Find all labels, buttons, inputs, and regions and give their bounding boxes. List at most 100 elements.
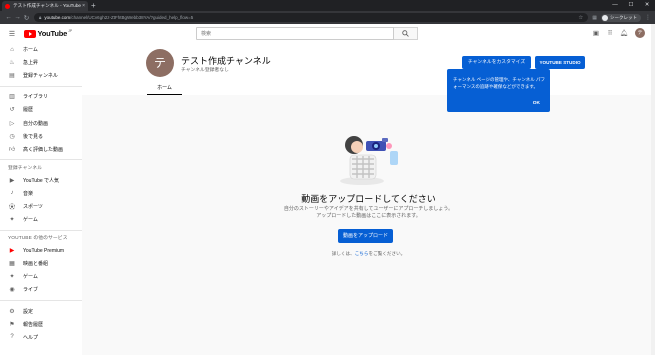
sidebar-item-liked[interactable]: 👍︎ 高く評価した動画	[0, 143, 82, 156]
search-icon	[402, 30, 409, 37]
youtube-favicon-icon	[5, 3, 10, 9]
upload-illustration	[340, 136, 398, 185]
sidebar-divider	[0, 85, 82, 87]
description-line-2: アップロードした動画はここに表示されます。	[316, 213, 421, 219]
sidebar-item-label: ゲーム	[23, 274, 38, 281]
sidebar-item-gaming[interactable]: ✦ ゲーム	[0, 213, 82, 226]
tooltip-ok-button[interactable]: OK	[533, 101, 540, 106]
search-bar	[196, 27, 418, 40]
help-link[interactable]: こちら	[355, 251, 369, 256]
account-avatar[interactable]: テ	[635, 28, 645, 38]
sidebar-item-sports[interactable]: ⚽︎ スポーツ	[0, 200, 82, 213]
address-bar[interactable]: 🔒︎ youtube.com /channel/UCv6gh2z-ZtFhtBg…	[34, 13, 589, 22]
sidebar-item-history[interactable]: ↺ 履歴	[0, 103, 82, 116]
new-tab-icon[interactable]: +	[91, 1, 96, 10]
sidebar-item-popular[interactable]: ▶ YouTube で人気	[0, 174, 82, 187]
tooltip-text: チャンネル ページの管理や、チャンネル パフォーマンスの追跡や確保などができます…	[453, 77, 546, 89]
sidebar-item-library[interactable]: ▥ ライブラリ	[0, 90, 82, 103]
lock-icon: 🔒︎	[39, 15, 42, 20]
sidebar-item-report-history[interactable]: ⚑ 報告履歴	[0, 318, 82, 331]
create-video-icon[interactable]: ▣	[589, 29, 603, 37]
sidebar-item-trending[interactable]: ♨ 急上昇	[0, 56, 82, 69]
empty-state-description: 自分のストーリーやアイデアを共有してユーザーにアプローチしましょう。 アップロー…	[82, 206, 655, 220]
premium-icon: ▶	[9, 248, 15, 255]
sidebar-item-your-videos[interactable]: ▷ 自分の動画	[0, 116, 82, 129]
history-icon: ↺	[9, 107, 15, 114]
sidebar-item-label: ライブ	[23, 287, 39, 294]
more-services-heading: YOUTUBE の他のサービス	[8, 236, 68, 242]
forward-icon[interactable]: →	[13, 14, 22, 21]
sidebar-section-more: ▶ YouTube Premium ▦ 映画と番組 ✦ ゲーム ◉ ライブ	[0, 244, 82, 296]
channel-main-content: 動画をアップロードしてください 自分のストーリーやアイデアを共有してユーザーにア…	[82, 95, 655, 355]
sidebar-item-label: 登録チャンネル	[23, 73, 58, 80]
back-icon[interactable]: ←	[4, 14, 13, 21]
sidebar-item-help[interactable]: ? ヘルプ	[0, 331, 82, 344]
sidebar-item-label: 自分の動画	[23, 120, 49, 127]
library-icon: ▥	[9, 94, 15, 101]
sidebar-item-home[interactable]: ⌂ ホーム	[0, 43, 82, 56]
sidebar-section-settings: ⚙ 設定 ⚑ 報告履歴 ? ヘルプ	[0, 305, 82, 344]
sidebar-item-label: 後で見る	[23, 133, 44, 140]
sidebar-item-label: 音楽	[23, 190, 34, 197]
youtube-play-icon	[24, 29, 36, 38]
sidebar-item-subscriptions[interactable]: ▤ 登録チャンネル	[0, 69, 82, 82]
channel-header: テ テスト作成チャンネル チャンネル登録者なし チャンネルをカスタマイズ YOU…	[82, 43, 655, 95]
customize-channel-button[interactable]: チャンネルをカスタマイズ	[462, 56, 531, 69]
help-line: 詳しくは、こちらをご覧ください。	[82, 251, 655, 257]
url-host: youtube.com	[44, 15, 71, 20]
incognito-profile-button[interactable]: シークレット	[601, 13, 641, 22]
youtube-masthead: ☰ YouTube JP ▣ ⠿ 🔔︎ テ	[0, 24, 655, 43]
sidebar-item-label: ゲーム	[23, 217, 38, 224]
browser-tab-strip: テスト作成チャンネル - YouTube × + — ☐ ✕	[0, 0, 655, 11]
browser-toolbar: ← → ↻ 🔒︎ youtube.com /channel/UCv6gh2z-Z…	[0, 11, 655, 24]
sidebar-item-label: 急上昇	[23, 60, 39, 67]
incognito-icon	[602, 14, 608, 21]
browser-tab[interactable]: テスト作成チャンネル - YouTube ×	[2, 1, 88, 11]
sidebar-item-premium[interactable]: ▶ YouTube Premium	[0, 244, 82, 257]
youtube-studio-button[interactable]: YOUTUBE STUDIO	[535, 56, 585, 69]
settings-icon: ⚙	[9, 308, 15, 315]
subscriptions-icon: ▤	[9, 73, 15, 80]
close-tab-icon[interactable]: ×	[82, 3, 85, 9]
sidebar-section-library: ▥ ライブラリ ↺ 履歴 ▷ 自分の動画 ◷ 後で見る 👍︎ 高く評価した動画	[0, 90, 82, 155]
sidebar-section-subscriptions: ▶ YouTube で人気 ♪ 音楽 ⚽︎ スポーツ ✦ ゲーム	[0, 174, 82, 226]
youtube-logo[interactable]: YouTube JP	[24, 29, 72, 38]
sidebar-item-label: 履歴	[23, 107, 34, 114]
trending-icon: ♨	[9, 60, 15, 67]
sidebar-item-live[interactable]: ◉ ライブ	[0, 283, 82, 296]
apps-icon[interactable]: ⠿	[603, 29, 617, 37]
search-button[interactable]	[394, 27, 418, 40]
guide-sidebar: ⌂ ホーム ♨ 急上昇 ▤ 登録チャンネル ▥ ライブラリ ↺ 履歴 ▷ 自分の動画 ◷ 後で…	[0, 43, 82, 355]
profile-label: シークレット	[610, 14, 637, 20]
extensions-icon[interactable]: ▦	[592, 15, 597, 21]
home-icon: ⌂	[10, 46, 14, 53]
sidebar-item-label: 設定	[23, 308, 34, 315]
hamburger-menu-icon[interactable]: ☰	[0, 30, 24, 38]
logo-region: JP	[68, 29, 73, 33]
your-videos-icon: ▷	[9, 120, 15, 127]
sidebar-item-settings[interactable]: ⚙ 設定	[0, 305, 82, 318]
sidebar-item-gaming-2[interactable]: ✦ ゲーム	[0, 270, 82, 283]
subscriber-count: チャンネル登録者なし	[181, 68, 229, 73]
help-suffix: をご覧ください。	[368, 251, 406, 256]
sidebar-item-music[interactable]: ♪ 音楽	[0, 187, 82, 200]
minimize-icon[interactable]: —	[607, 0, 623, 11]
notifications-bell-icon[interactable]: 🔔︎	[617, 29, 631, 37]
window-close-icon[interactable]: ✕	[639, 0, 655, 11]
channel-avatar: テ	[146, 49, 174, 77]
gaming-icon: ✦	[9, 217, 15, 224]
gaming-icon: ✦	[9, 274, 15, 281]
sidebar-item-label: YouTube Premium	[23, 247, 65, 254]
upload-video-button[interactable]: 動画をアップロード	[338, 229, 393, 243]
liked-icon: 👍︎	[8, 147, 16, 154]
bookmark-star-icon[interactable]: ☆	[578, 15, 583, 21]
sidebar-item-label: 映画と番組	[23, 261, 49, 268]
tab-home[interactable]: ホーム	[147, 83, 182, 95]
page-scrollbar[interactable]	[651, 24, 655, 355]
maximize-icon[interactable]: ☐	[623, 0, 639, 11]
reload-icon[interactable]: ↻	[22, 14, 31, 22]
search-input[interactable]	[196, 27, 394, 40]
sidebar-item-movies[interactable]: ▦ 映画と番組	[0, 257, 82, 270]
browser-menu-icon[interactable]: ⋮	[645, 14, 651, 21]
sidebar-item-watch-later[interactable]: ◷ 後で見る	[0, 130, 82, 143]
